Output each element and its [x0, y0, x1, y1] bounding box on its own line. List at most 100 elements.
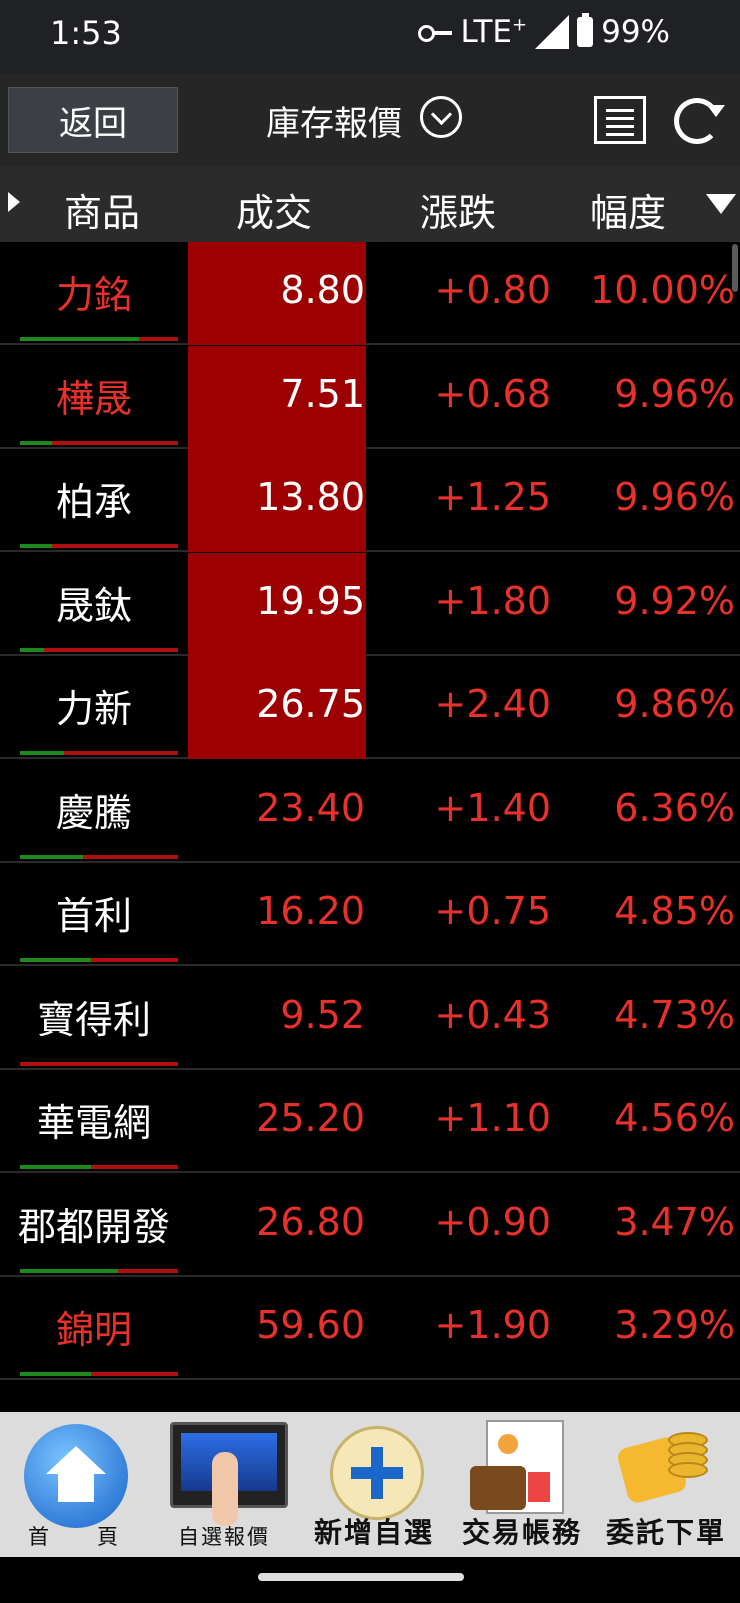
table-row[interactable]: 錦明 59.60 +1.90 3.29%	[0, 1277, 740, 1380]
stock-change: +0.43	[434, 992, 551, 1037]
volume-ratio-bar	[20, 854, 178, 859]
table-row[interactable]: 寶得利 9.52 +0.43 4.73%	[0, 967, 740, 1070]
table-row[interactable]: 力銘 8.80 +0.80 10.00%	[0, 242, 740, 345]
stock-name: 力銘	[55, 273, 132, 317]
stock-change: +1.90	[434, 1303, 551, 1347]
stock-price: 25.20	[256, 1096, 365, 1140]
stock-percent: 4.73%	[614, 992, 735, 1037]
volume-ratio-green	[20, 647, 44, 652]
stock-change: +0.90	[434, 1199, 551, 1244]
stock-price: 9.52	[280, 992, 365, 1037]
stock-percent: 9.96%	[614, 475, 735, 519]
stock-percent: 9.86%	[614, 682, 735, 726]
scrollbar[interactable]	[732, 244, 738, 292]
stock-price: 7.51	[280, 371, 365, 416]
stock-name: 慶騰	[55, 790, 132, 835]
bottom-tab-bar: 首 頁 自選報價 新增自選 交易帳務 委託下單	[0, 1412, 740, 1557]
column-change[interactable]: 漲跌	[420, 182, 496, 237]
tab-watchlist-label: 自選報價	[178, 1525, 270, 1549]
stock-name: 首利	[55, 894, 132, 938]
tab-home[interactable]: 首 頁	[0, 1412, 148, 1557]
tab-add-watch[interactable]: 新增自選	[300, 1412, 448, 1557]
stock-percent: 10.00%	[590, 268, 735, 312]
column-header: 商品 成交 漲跌 幅度	[0, 166, 740, 242]
volume-ratio-green	[20, 958, 92, 962]
tab-home-label: 首 頁	[28, 1525, 120, 1549]
table-row[interactable]: 華電網 25.20 +1.10 4.56%	[0, 1070, 740, 1173]
table-row[interactable]: 柏承 13.80 +1.25 9.96%	[0, 449, 740, 552]
stock-percent: 3.47%	[614, 1199, 735, 1244]
table-row[interactable]: 文華	[0, 1381, 740, 1413]
stock-change: +1.80	[434, 578, 551, 623]
stock-change: +1.10	[434, 1096, 551, 1140]
volume-ratio-bar	[20, 337, 178, 341]
home-indicator[interactable]	[258, 1573, 464, 1581]
volume-ratio-bar	[20, 1165, 178, 1169]
quote-list[interactable]: 力銘 8.80 +0.80 10.00% 樺晟 7.51 +0.68 9.96% 柏承 13.80…	[0, 242, 740, 1412]
stock-name: 樺晟	[55, 376, 132, 421]
volume-ratio-green	[20, 1372, 92, 1376]
stock-percent: 3.29%	[614, 1303, 735, 1347]
tab-order-label: 委託下單	[605, 1516, 726, 1549]
table-row[interactable]: 慶騰 23.40 +1.40 6.36%	[0, 760, 740, 863]
chevron-down-icon[interactable]	[420, 96, 462, 138]
battery-percent: 99%	[601, 14, 670, 50]
volume-ratio-green	[20, 440, 52, 445]
stock-percent: 4.56%	[614, 1096, 735, 1140]
stock-name: 華電網	[36, 1101, 151, 1145]
volume-ratio-green	[20, 751, 65, 755]
volume-ratio-bar	[20, 440, 178, 445]
stock-name: 錦明	[55, 1308, 132, 1352]
stock-change: +1.40	[434, 785, 551, 830]
stock-name: 力新	[55, 687, 132, 731]
stock-percent: 9.96%	[614, 371, 735, 416]
home-icon	[24, 1424, 128, 1528]
stock-price: 13.80	[256, 475, 365, 519]
volume-ratio-green	[20, 854, 84, 859]
volume-ratio-bar	[20, 647, 178, 652]
stock-change: +1.25	[434, 475, 551, 519]
column-name[interactable]: 商品	[64, 182, 140, 237]
column-price[interactable]: 成交	[236, 182, 312, 237]
stock-price: 19.95	[256, 578, 365, 623]
wallet-icon	[470, 1466, 526, 1510]
stock-name: 晟鈦	[55, 583, 132, 628]
volume-ratio-green	[20, 544, 52, 548]
volume-ratio-green	[20, 1268, 118, 1273]
table-row[interactable]: 力新 26.75 +2.40 9.86%	[0, 656, 740, 759]
expand-left-icon[interactable]	[8, 192, 20, 212]
stock-change: +2.40	[434, 682, 551, 726]
network-label: LTE+	[460, 14, 528, 50]
tab-account[interactable]: 交易帳務	[448, 1412, 596, 1557]
status-time: 1:53	[50, 14, 122, 52]
back-button[interactable]: 返回	[8, 87, 178, 153]
stock-change: +0.75	[434, 889, 551, 933]
volume-ratio-green	[20, 337, 139, 341]
volume-ratio-green	[20, 1165, 92, 1169]
top-nav-bar: 返回 庫存報價	[0, 74, 740, 166]
stock-name: 寶得利	[36, 997, 151, 1042]
stock-change: +0.68	[434, 371, 551, 416]
stock-price: 16.20	[256, 889, 365, 933]
column-percent[interactable]: 幅度	[590, 182, 666, 237]
tab-watchlist[interactable]: 自選報價	[150, 1412, 298, 1557]
tab-account-label: 交易帳務	[461, 1516, 582, 1549]
refresh-icon[interactable]	[674, 98, 725, 144]
tab-add-watch-label: 新增自選	[313, 1516, 434, 1549]
table-row[interactable]: 郡都開發 26.80 +0.90 3.47%	[0, 1174, 740, 1277]
stock-percent: 9.92%	[614, 578, 735, 623]
coins-icon	[628, 1432, 708, 1512]
table-row[interactable]: 晟鈦 19.95 +1.80 9.92%	[0, 552, 740, 656]
table-row[interactable]: 樺晟 7.51 +0.68 9.96%	[0, 345, 740, 449]
sort-down-icon[interactable]	[706, 194, 736, 214]
finger-icon	[212, 1452, 238, 1526]
page-title[interactable]: 庫存報價	[266, 96, 402, 145]
stock-percent: 4.85%	[614, 889, 735, 933]
volume-ratio-bar	[20, 751, 178, 755]
table-row[interactable]: 首利 16.20 +0.75 4.85%	[0, 863, 740, 966]
add-plus-icon	[330, 1426, 424, 1520]
stock-percent: 6.36%	[614, 785, 735, 830]
stock-name: 文華	[0, 1403, 188, 1413]
list-menu-icon[interactable]	[594, 96, 646, 144]
tab-order[interactable]: 委託下單	[592, 1412, 740, 1557]
